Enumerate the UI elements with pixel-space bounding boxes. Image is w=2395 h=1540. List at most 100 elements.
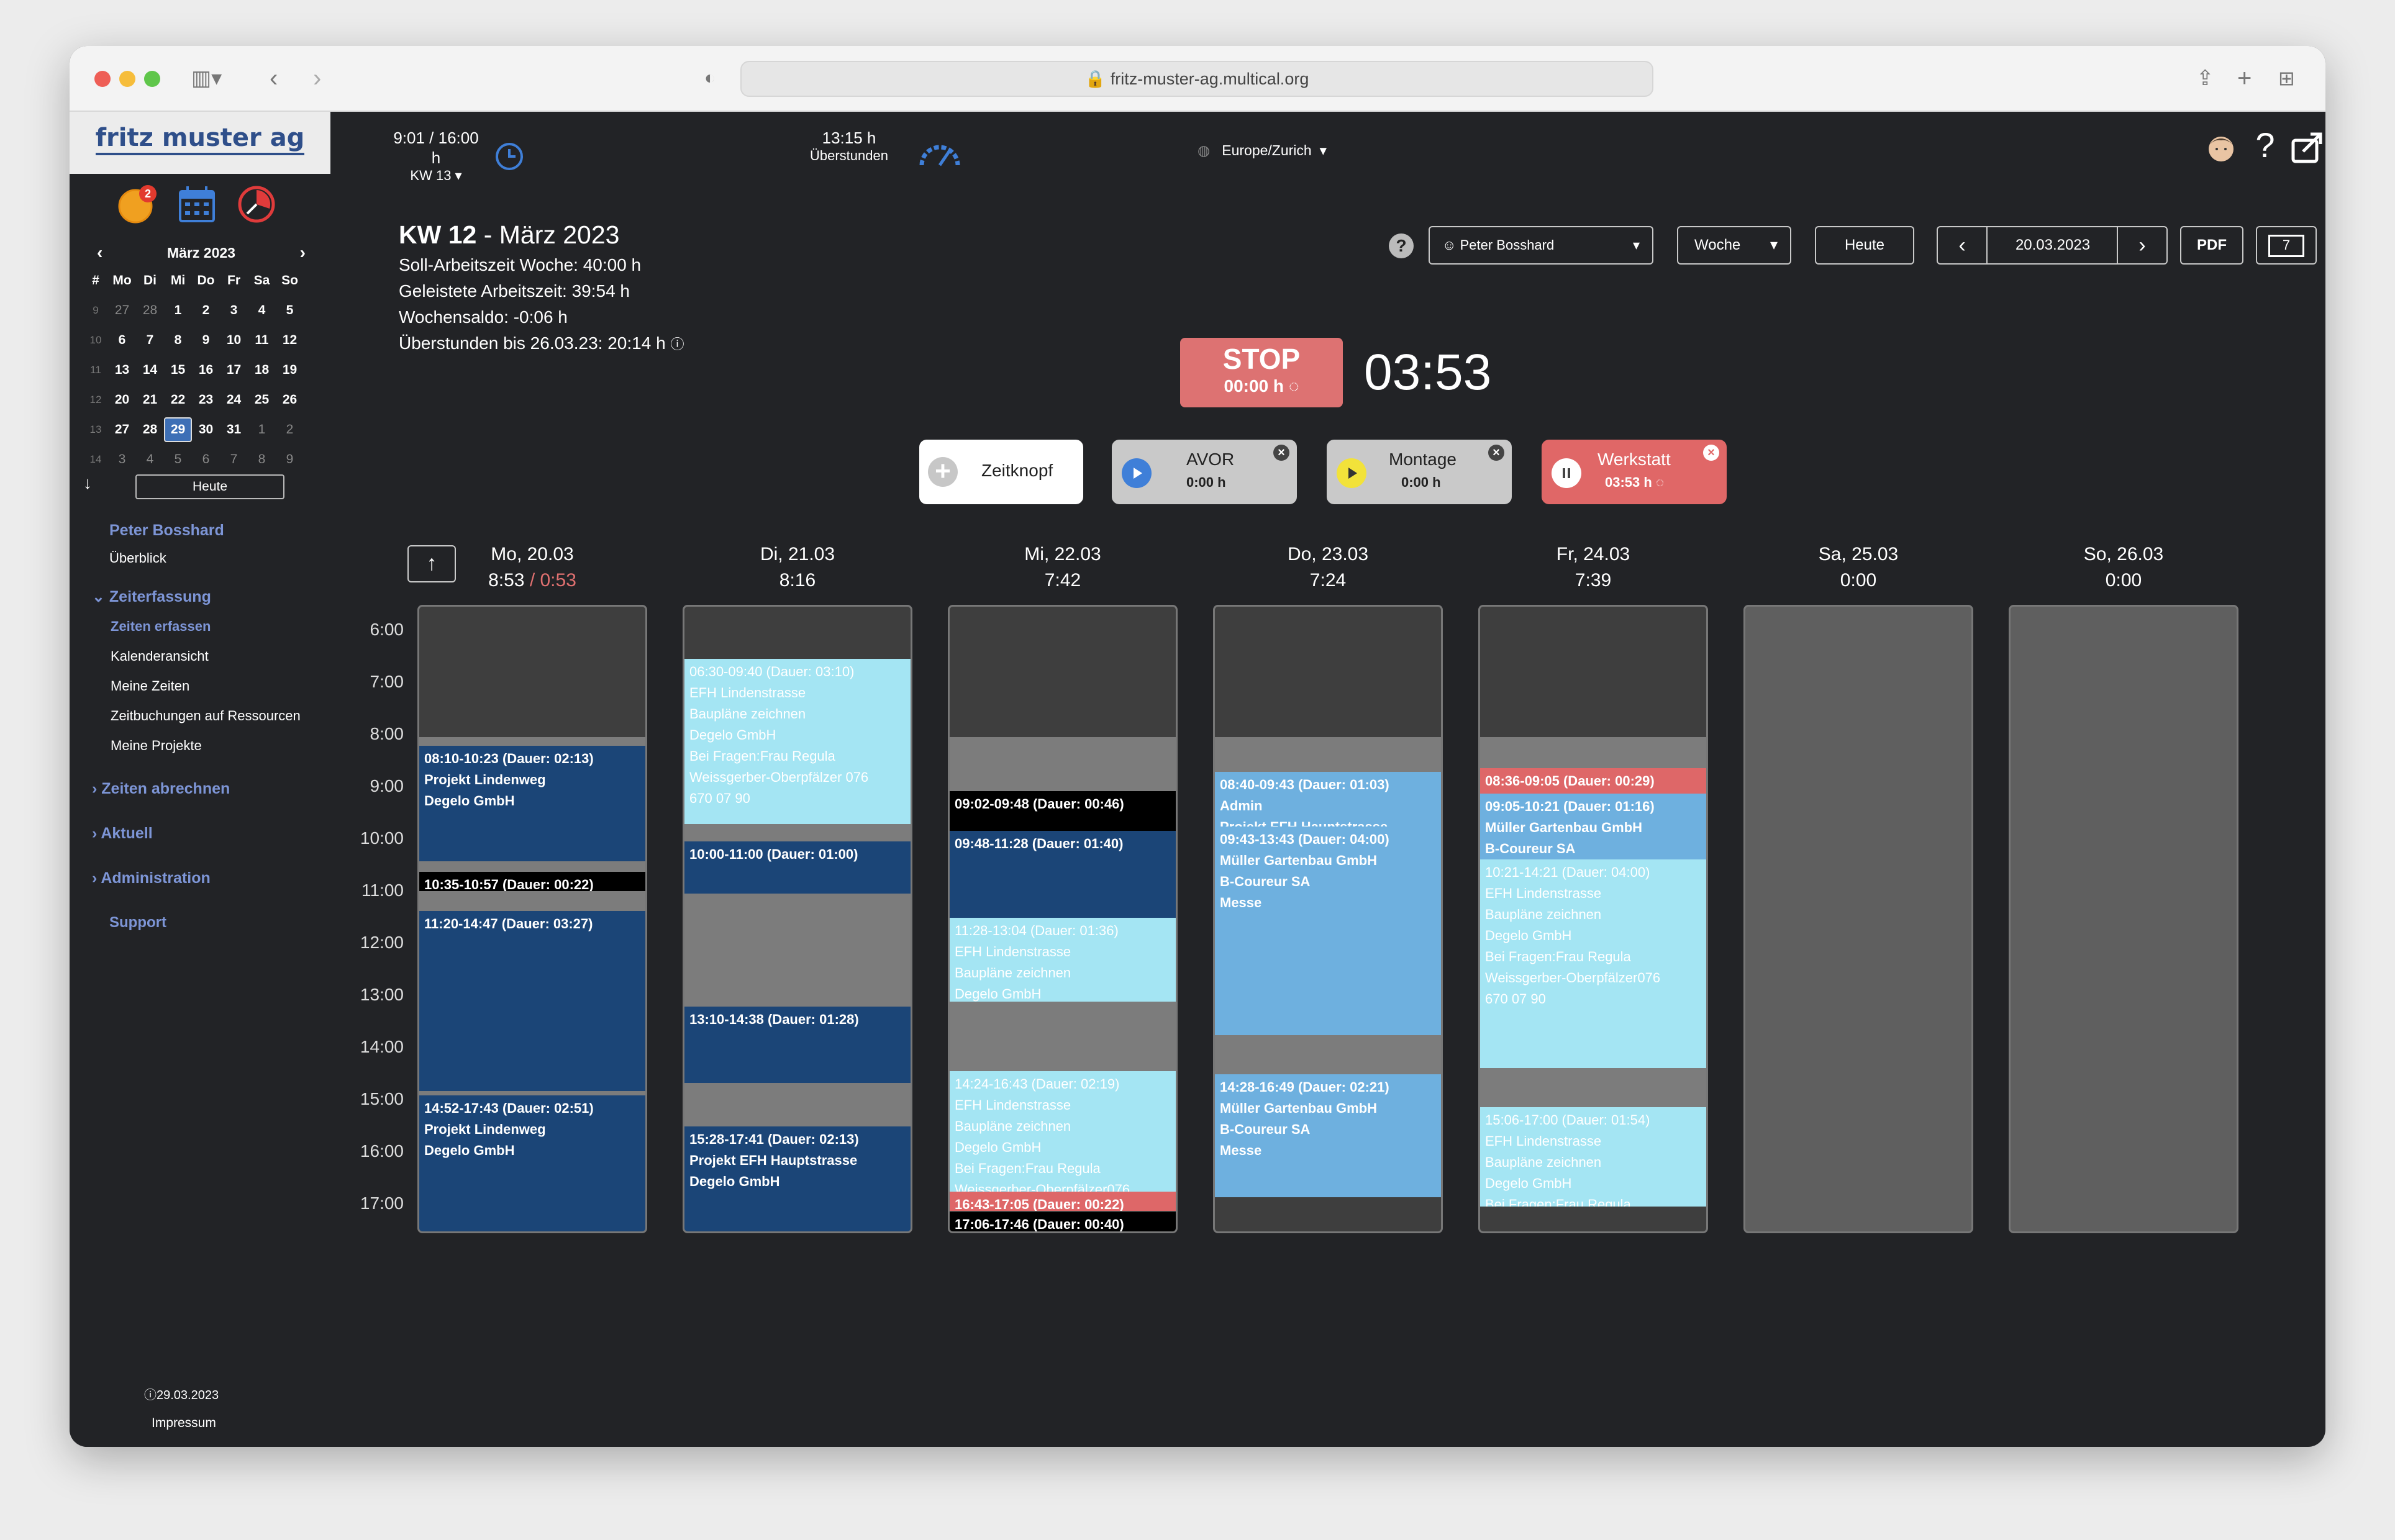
day-column[interactable] [1743,605,1973,1233]
time-entry[interactable]: 06:30-09:40 (Dauer: 03:10) EFH Lindenstra… [684,659,911,825]
user-avatar[interactable] [2202,128,2240,165]
calendar-day[interactable]: 18 [248,363,276,378]
project-montage-button[interactable]: Montage 0:00 h × [1327,440,1512,504]
time-entry[interactable]: 10:00-11:00 (Dauer: 01:00) [684,841,911,894]
day-column[interactable]: 06:30-09:40 (Dauer: 03:10) EFH Lindenstra… [683,605,912,1233]
nav-item-kalenderansicht[interactable]: Kalenderansicht [111,648,209,664]
calendar-day[interactable]: 26 [276,392,304,407]
day-header[interactable]: Mi, 22.03 7:42 [948,541,1178,594]
nav-section-zeiten-abrechnen[interactable]: › Zeiten abrechnen [92,780,230,798]
week-selector[interactable]: KW 13 ▾ [393,168,479,184]
calendar-day[interactable]: 3 [220,303,248,318]
close-window-button[interactable] [94,71,111,87]
time-entry[interactable]: 08:36-09:05 (Dauer: 00:29) [1480,768,1706,794]
calendar-day[interactable]: 30 [192,422,220,437]
calendar-day[interactable]: 1 [164,303,192,318]
close-icon[interactable]: × [1488,445,1504,461]
stop-button[interactable]: STOP 00:00 h ◌ [1180,338,1343,407]
calendar-prev-icon[interactable]: ‹ [97,240,102,266]
calendar-day[interactable]: 19 [276,363,304,378]
logo[interactable]: fritz muster ag [70,112,330,174]
time-entry[interactable]: 11:20-14:47 (Dauer: 03:27) [419,910,645,1091]
day-column[interactable]: 08:10-10:23 (Dauer: 02:13) Projekt Linden… [417,605,647,1233]
nav-section-administration[interactable]: › Administration [92,869,211,887]
calendar-day[interactable]: 28 [136,303,164,318]
calendar-day[interactable]: 5 [164,452,192,467]
zoom-window-button[interactable] [144,71,160,87]
info-icon[interactable]: ⓘ [670,337,684,352]
calendar-day[interactable]: 28 [136,422,164,437]
help-circle-icon[interactable]: ? [1389,233,1414,258]
timezone-selector[interactable]: ◍ Europe/Zurich ▾ [1198,140,1396,160]
clock-icon[interactable] [494,142,524,171]
nav-section-zeiterfassung[interactable]: ⌄ Zeiterfassung [92,587,211,606]
day-header[interactable]: Di, 21.03 8:16 [683,541,912,594]
calendar-day[interactable]: 4 [248,303,276,318]
time-entry[interactable]: 10:35-10:57 (Dauer: 00:22) [419,871,645,891]
time-entry[interactable]: 09:48-11:28 (Dauer: 01:40) [950,831,1176,918]
pdf-button[interactable]: PDF [2180,226,2243,265]
help-icon[interactable]: ? [2251,125,2279,165]
time-entry[interactable]: 09:43-13:43 (Dauer: 04:00) Müller Gartenb… [1215,827,1441,1036]
day-header[interactable]: So, 26.03 0:00 [2009,541,2238,594]
time-entry[interactable]: 15:28-17:41 (Dauer: 02:13) Projekt EFH Ha… [684,1126,911,1231]
calendar-day[interactable]: 9 [276,452,304,467]
sidebar-toggle-icon[interactable]: ▥▾ [191,62,222,94]
calendar-day[interactable]: 6 [108,333,136,348]
calendar-day[interactable]: 4 [136,452,164,467]
today-button[interactable]: Heute [1815,226,1914,265]
next-week-button[interactable]: › [2117,227,2166,263]
calendar-day[interactable]: 6 [192,452,220,467]
calendar-day[interactable]: 31 [220,422,248,437]
calendar-day[interactable]: 7 [220,452,248,467]
day-header[interactable]: Do, 23.03 7:24 [1213,541,1443,594]
nav-item-meine-projekte[interactable]: Meine Projekte [111,738,202,754]
address-bar[interactable]: 🔒 fritz-muster-ag.multical.org [740,61,1653,97]
calendar-day[interactable]: 12 [276,333,304,348]
time-entry[interactable]: 17:06-17:46 (Dauer: 00:40) [950,1212,1176,1231]
calendar-day[interactable]: 1 [248,422,276,437]
project-avor-button[interactable]: AVOR 0:00 h × [1112,440,1297,504]
zeitknopf-button[interactable]: + Zeitknopf [919,440,1083,504]
calendar-day[interactable]: 27 [108,422,136,437]
calendar-day[interactable]: 2 [276,422,304,437]
project-werkstatt-button[interactable]: Werkstatt 03:53 h ◌ × [1542,440,1727,504]
time-entry[interactable]: 14:28-16:49 (Dauer: 02:21) Müller Gartenb… [1215,1074,1441,1197]
calendar-day[interactable]: 13 [108,363,136,378]
calendar-day[interactable]: 25 [248,392,276,407]
day-column[interactable]: 08:40-09:43 (Dauer: 01:03) Admin Projekt E… [1213,605,1443,1233]
time-chart-icon[interactable] [236,184,277,225]
time-entry[interactable]: 09:05-10:21 (Dauer: 01:16) Müller Gartenb… [1480,793,1706,860]
time-entry[interactable]: 10:21-14:21 (Dauer: 04:00) EFH Lindenstra… [1480,859,1706,1069]
time-entry[interactable]: 13:10-14:38 (Dauer: 01:28) [684,1007,911,1084]
days-toggle-button[interactable]: 7 [2256,226,2317,265]
day-header[interactable]: Sa, 25.03 0:00 [1743,541,1973,594]
nav-section-aktuell[interactable]: › Aktuell [92,825,153,843]
time-entry[interactable]: 15:06-17:00 (Dauer: 01:54) EFH Lindenstra… [1480,1107,1706,1207]
calendar-day[interactable]: 8 [248,452,276,467]
calendar-icon[interactable] [176,184,217,225]
calendar-day[interactable]: 17 [220,363,248,378]
calendar-today-button[interactable]: Heute [135,474,284,499]
calendar-next-icon[interactable]: › [300,240,306,266]
calendar-day[interactable]: 3 [108,452,136,467]
calendar-day[interactable]: 9 [192,333,220,348]
time-entry[interactable]: 08:10-10:23 (Dauer: 02:13) Projekt Linden… [419,746,645,862]
time-entry[interactable]: 14:24-16:43 (Dauer: 02:19) EFH Lindenstra… [950,1071,1176,1192]
calendar-day[interactable]: 21 [136,392,164,407]
export-icon[interactable] [2289,129,2325,165]
clock-badge-icon[interactable]: 2 [117,184,158,225]
day-column[interactable]: 08:36-09:05 (Dauer: 00:29) 09:05-10:21 (D… [1478,605,1708,1233]
close-icon[interactable]: × [1703,445,1719,461]
time-entry[interactable]: 08:40-09:43 (Dauer: 01:03) Admin Projekt E… [1215,772,1441,827]
nav-item-zeitbuchungen[interactable]: Zeitbuchungen auf Ressourcen [111,708,301,724]
time-entry[interactable]: 16:43-17:05 (Dauer: 00:22) [950,1192,1176,1211]
nav-user[interactable]: Peter Bosshard [109,522,224,540]
nav-item-meine-zeiten[interactable]: Meine Zeiten [111,678,189,694]
close-icon[interactable]: × [1273,445,1289,461]
calendar-day[interactable]: 16 [192,363,220,378]
back-icon[interactable]: ‹ [270,62,278,94]
calendar-day[interactable]: 23 [192,392,220,407]
day-header[interactable]: Mo, 20.03 8:53 / 0:53 [417,541,647,594]
view-dropdown[interactable]: Woche ▾ [1677,226,1791,265]
